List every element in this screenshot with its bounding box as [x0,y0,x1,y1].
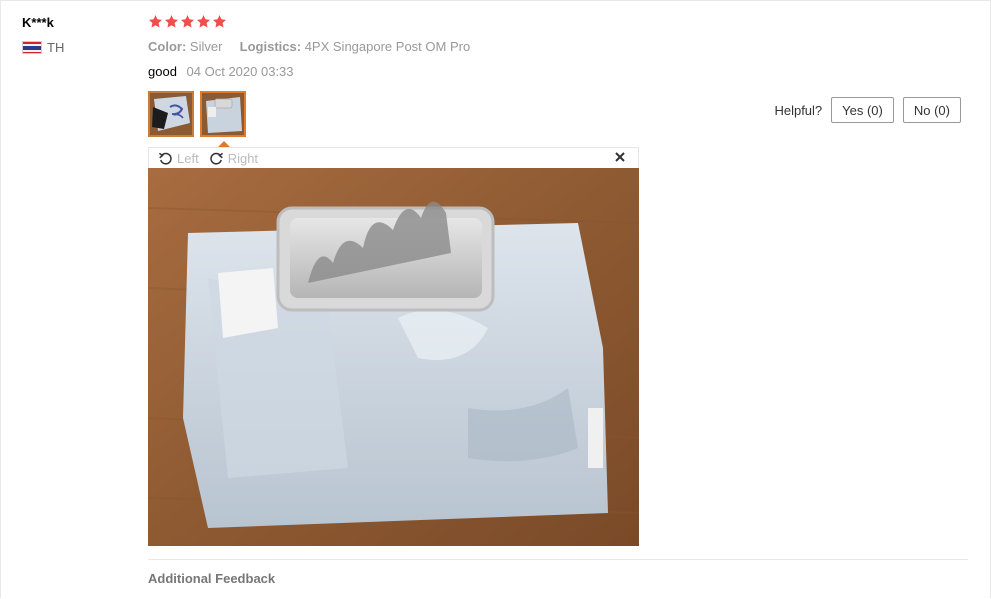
package-photo-thumbnail-icon [150,93,192,135]
order-attributes: Color: Silver Logistics: 4PX Singapore P… [148,39,470,54]
helpful-section: Helpful? Yes (0) No (0) [774,97,961,123]
rotate-right-icon [209,152,223,165]
review-photo-large [148,168,639,546]
rotate-right-button[interactable]: Right [209,151,258,166]
rotate-left-button[interactable]: Left [158,151,199,166]
attribute-key: Color: [148,39,187,54]
review-date: 04 Oct 2020 03:33 [186,64,294,79]
photo-viewer-toolbar: Left Right [148,147,639,168]
close-icon[interactable] [613,150,627,164]
attribute-value: Silver [189,39,223,54]
package-photo-thumbnail-icon [202,93,244,135]
star-icon [165,15,178,28]
country-code: TH [47,40,65,55]
photo-thumbnail[interactable] [148,91,194,137]
rotate-left-label: Left [177,150,199,166]
star-rating [148,14,227,29]
reviewer-name: K***k [22,15,54,30]
attribute-value: 4PX Singapore Post OM Pro [304,39,471,54]
review-content: good 04 Oct 2020 03:33 [148,64,294,79]
review-text: good [148,64,177,79]
package-photo-image [148,168,639,546]
star-icon [213,15,226,28]
helpful-no-button[interactable]: No (0) [902,97,961,123]
helpful-label: Helpful? [774,102,823,118]
rotate-right-label: Right [227,150,259,166]
helpful-yes-button[interactable]: Yes (0) [831,97,894,123]
reviewer-country: TH [22,40,64,55]
star-icon [197,15,210,28]
rotate-left-icon [158,152,172,165]
additional-feedback-heading: Additional Feedback [148,571,276,586]
star-icon [149,15,162,28]
thailand-flag-icon [22,41,42,54]
section-divider [148,559,968,560]
photo-thumbnails [148,91,246,137]
photo-thumbnail-active[interactable] [200,91,246,137]
star-icon [181,15,194,28]
attribute-key: Logistics: [239,39,302,54]
